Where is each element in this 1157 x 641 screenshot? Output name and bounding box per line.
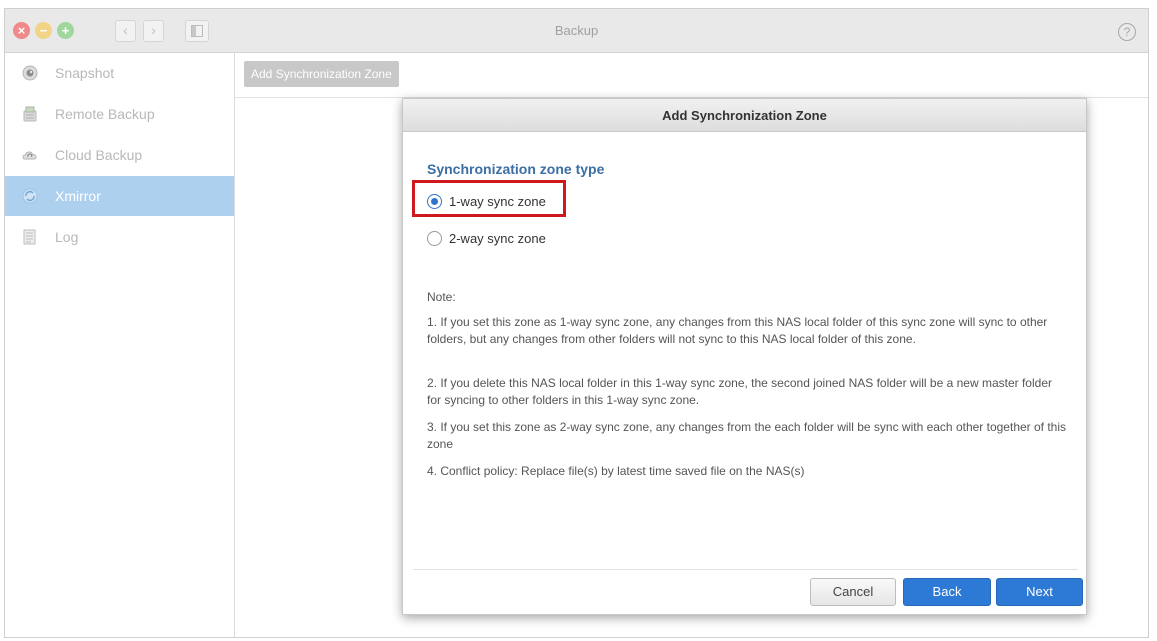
sidebar-item-remote-backup[interactable]: Remote Backup	[5, 94, 234, 134]
sidebar-item-label: Xmirror	[55, 188, 101, 204]
camera-lens-icon	[22, 65, 38, 81]
help-button[interactable]: ?	[1118, 23, 1136, 41]
radio-label: 1-way sync zone	[449, 194, 546, 209]
title-bar: × − + ‹ › Backup ?	[5, 9, 1148, 53]
sidebar-item-snapshot[interactable]: Snapshot	[5, 53, 234, 93]
footer-divider	[413, 569, 1078, 570]
radio-label: 2-way sync zone	[449, 231, 546, 246]
radio-button[interactable]	[427, 231, 442, 246]
dialog-title: Add Synchronization Zone	[403, 99, 1086, 132]
note-item-4: 4. Conflict policy: Replace file(s) by l…	[427, 464, 805, 478]
sidebar-item-cloud-backup[interactable]: Cloud Backup	[5, 135, 234, 175]
sidebar-item-xmirror[interactable]: Xmirror	[5, 176, 234, 216]
cloud-backup-icon	[22, 151, 37, 160]
add-synchronization-zone-button[interactable]: Add Synchronization Zone	[244, 61, 399, 87]
sidebar-item-label: Cloud Backup	[55, 147, 143, 163]
window-title: Backup	[554, 23, 599, 38]
note-item-3: 3. If you set this zone as 2-way sync zo…	[427, 420, 1067, 451]
sidebar-item-log[interactable]: Log	[5, 217, 234, 257]
xmirror-icon	[22, 188, 38, 204]
toolbar: Add Synchronization Zone	[235, 53, 1148, 98]
log-icon	[23, 229, 36, 245]
note-heading: Note:	[427, 290, 456, 304]
back-button[interactable]: Back	[903, 578, 991, 606]
sidebar-item-label: Snapshot	[55, 65, 115, 81]
cancel-button[interactable]: Cancel	[810, 578, 896, 606]
sidebar: Snapshot Remote Backup Cloud Backup Xmir…	[5, 53, 235, 637]
add-sync-zone-dialog: Add Synchronization Zone Synchronization…	[402, 98, 1087, 615]
next-button[interactable]: Next	[996, 578, 1083, 606]
backup-app: × − + ‹ › Backup ? Snapshot Remote Backu…	[0, 0, 1157, 641]
remote-backup-icon	[23, 106, 37, 122]
sidebar-item-label: Log	[55, 229, 79, 245]
sync-zone-type-heading: Synchronization zone type	[427, 161, 605, 177]
note-item-1: 1. If you set this zone as 1-way sync zo…	[427, 315, 1048, 346]
radio-button-checked[interactable]	[427, 194, 442, 209]
sidebar-item-label: Remote Backup	[55, 106, 155, 122]
note-item-2: 2. If you delete this NAS local folder i…	[427, 376, 1052, 407]
